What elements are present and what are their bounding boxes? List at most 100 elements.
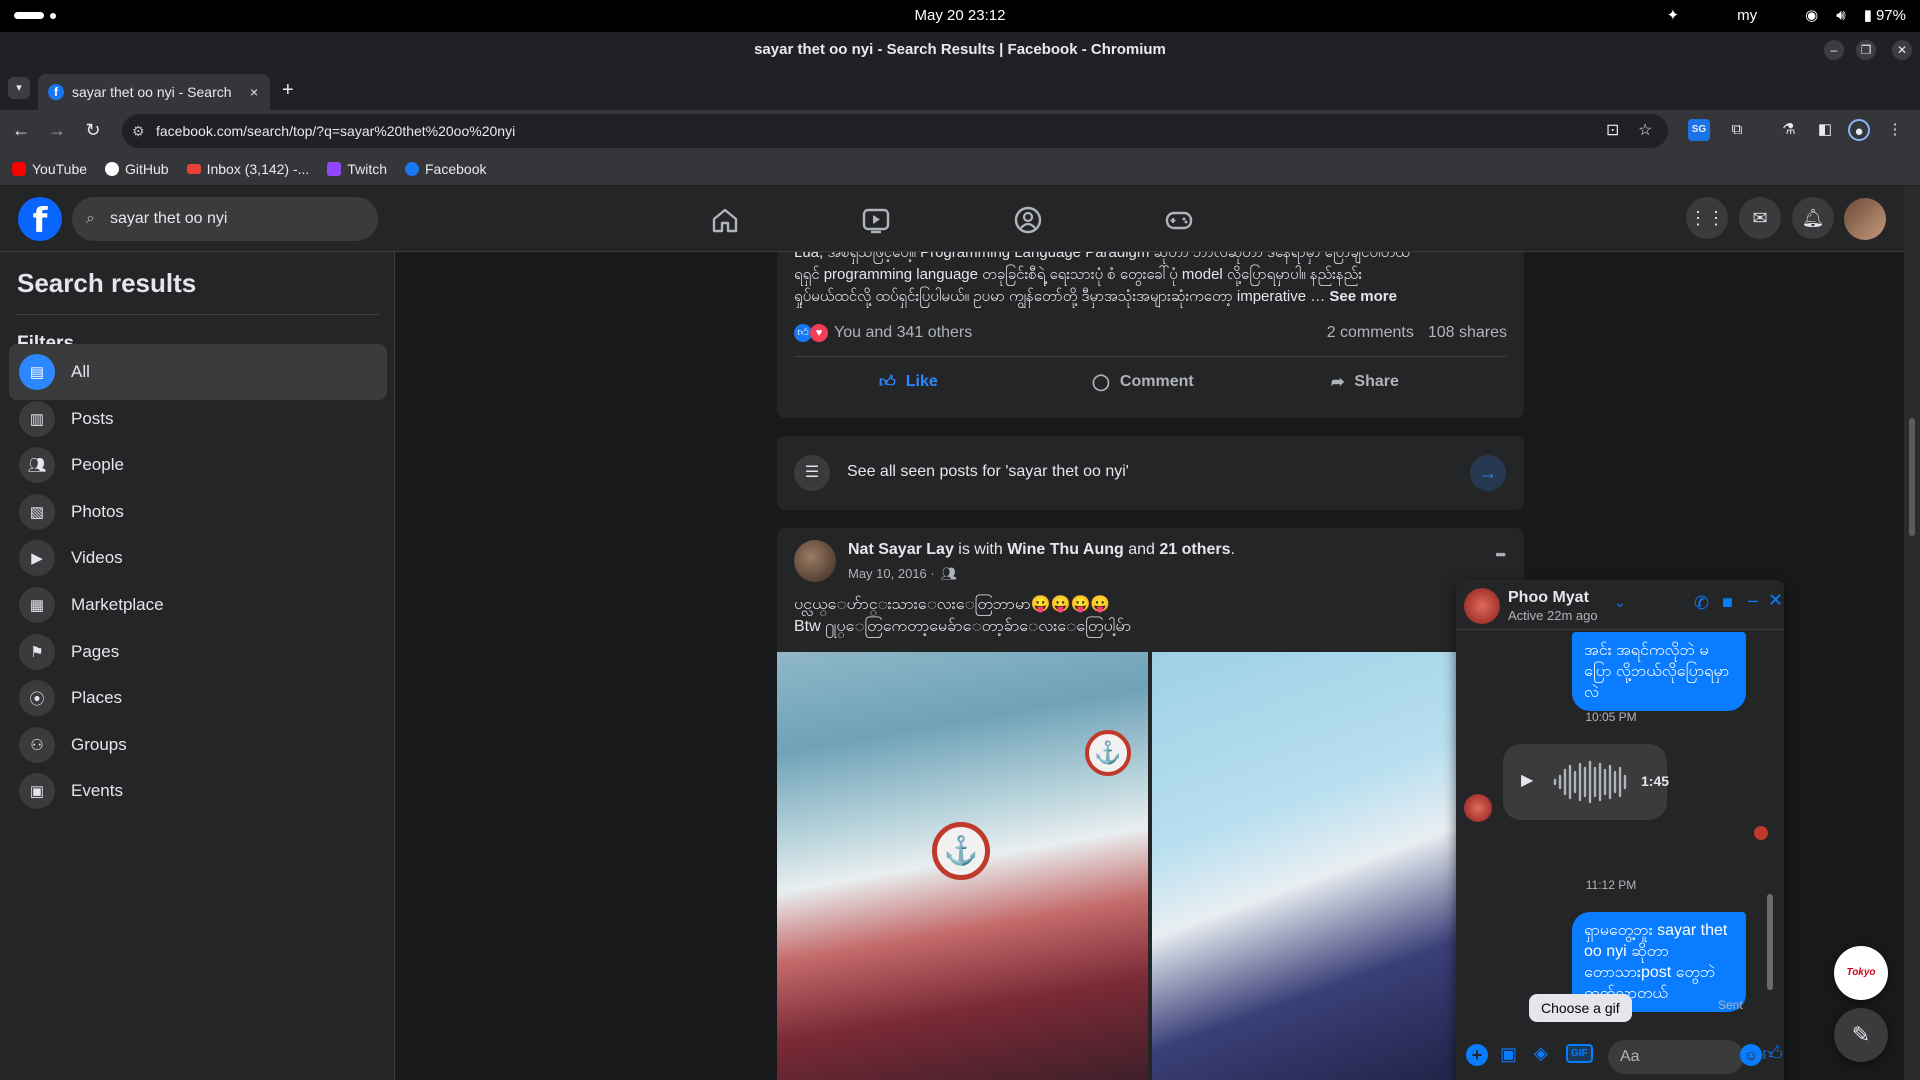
watch-video-icon[interactable] [861, 206, 891, 234]
post-options-icon[interactable]: ••• [1495, 546, 1506, 562]
arrow-right-icon[interactable]: → [1470, 455, 1506, 491]
attach-photo-icon[interactable]: ▣ [1500, 1044, 1517, 1065]
filter-events[interactable]: ▣ Events [9, 763, 387, 819]
chat-contact-avatar[interactable] [1464, 588, 1500, 624]
comments-count[interactable]: 2 comments [1327, 324, 1414, 342]
url-text[interactable]: facebook.com/search/top/?q=sayar%20thet%… [156, 123, 515, 139]
post-card-2: Nat Sayar Lay is with Wine Thu Aung and … [777, 528, 1524, 1080]
floating-chat-head[interactable]: Tokyo Style [1834, 946, 1888, 1032]
page-scroll-thumb[interactable] [1909, 418, 1915, 536]
restore-icon[interactable]: ❐ [1856, 40, 1876, 60]
share-button[interactable]: ➦ Share [1331, 362, 1399, 402]
seen-posts-card[interactable]: ☰ See all seen posts for 'sayar thet oo … [777, 436, 1524, 510]
sent-status: Sent [1718, 998, 1743, 1012]
compose-icon: ✎ [1851, 1022, 1871, 1047]
received-avatar[interactable] [1464, 794, 1492, 822]
minimize-icon[interactable]: – [1824, 40, 1844, 60]
post-photo-1[interactable]: ⚓ ⚓ [777, 652, 1148, 1080]
message-input[interactable]: Aa [1608, 1040, 1744, 1074]
sidebar-divider [17, 314, 379, 315]
comment-button[interactable]: ◯ Comment [1092, 362, 1194, 402]
bookmark-star-icon[interactable]: ☆ [1638, 114, 1652, 148]
facebook-search-input[interactable]: ⌕ sayar thet oo nyi [72, 197, 378, 241]
video-call-icon[interactable]: ■ [1722, 592, 1733, 613]
forward-icon[interactable]: → [46, 120, 68, 141]
wifi-icon[interactable]: ◉ [1805, 6, 1818, 24]
facebook-logo[interactable]: f [18, 197, 62, 241]
home-icon[interactable] [710, 206, 740, 234]
friends-audience-icon: 👥︎ [940, 566, 958, 581]
chat-scroll-thumb[interactable] [1767, 894, 1773, 990]
thumbs-up-send-icon[interactable]: 👍︎ [1762, 1042, 1783, 1066]
chat-scrollbar[interactable] [1766, 632, 1774, 1010]
gif-icon[interactable]: GIF [1566, 1044, 1593, 1063]
filter-label: Groups [71, 734, 127, 754]
seen-posts-label[interactable]: See all seen posts for 'sayar thet oo ny… [847, 463, 1129, 481]
reload-icon[interactable]: ↻ [82, 120, 104, 141]
shares-count[interactable]: 108 shares [1428, 324, 1507, 342]
messenger-icon[interactable]: ✉ [1739, 197, 1781, 239]
navigation-toolbar: ← → ↻ ⚙ facebook.com/search/top/?q=sayar… [0, 110, 1920, 152]
extension-sg-icon[interactable]: SG [1688, 119, 1710, 141]
notifications-bell-icon[interactable]: 🔔︎ [1792, 197, 1834, 239]
message-bubble-sent-1[interactable]: အင်း အရင်ကလိုဘဲ မပြော လို့ဘယ်လိုပြောရမှာ… [1572, 632, 1746, 711]
post-date[interactable]: May 10, 2016 · [848, 566, 935, 582]
chat-header[interactable]: Phoo Myat Active 22m ago ⌄ ✆ ■ – ✕ [1456, 580, 1784, 630]
emoji-icon[interactable]: ☺ [1740, 1044, 1762, 1066]
os-clock[interactable]: May 20 23:12 [0, 7, 1920, 24]
posts-icon: ▥ [19, 400, 55, 437]
battery-icon[interactable]: ▮ [1864, 6, 1872, 24]
search-value[interactable]: sayar thet oo nyi [110, 210, 227, 227]
browser-menu-icon[interactable]: ⋮ [1884, 119, 1906, 141]
back-icon[interactable]: ← [10, 120, 32, 141]
chat-composer: + ▣ ◈ GIF Aa ☺ 👍︎ [1456, 1030, 1784, 1080]
install-app-icon[interactable]: ⊡ [1606, 114, 1619, 148]
close-window-icon[interactable]: ✕ [1892, 40, 1912, 60]
bookmark-github[interactable]: GitHub [105, 161, 169, 177]
post-card-1: Lua, အစရှိသဖြင့်ပေါ့။ Programming Langua… [777, 252, 1524, 418]
new-message-button[interactable]: ✎ [1834, 1008, 1888, 1062]
post-author-avatar[interactable] [794, 540, 836, 582]
extensions-puzzle-icon[interactable]: ⧉ [1726, 119, 1748, 141]
voice-call-icon[interactable]: ✆ [1694, 593, 1709, 614]
bookmark-facebook[interactable]: Facebook [405, 161, 486, 177]
like-button[interactable]: 👍︎ Like [879, 362, 938, 402]
account-avatar[interactable] [1844, 198, 1886, 240]
comment-bubble-icon: ◯ [1092, 374, 1110, 391]
bookmark-gmail[interactable]: Inbox (3,142) -... [186, 161, 309, 177]
voice-message[interactable]: ▶ 1:45 [1503, 744, 1669, 820]
play-icon[interactable]: ▶ [1521, 770, 1533, 790]
sticker-icon[interactable]: ◈ [1534, 1043, 1548, 1064]
search-icon: ⌕ [86, 210, 95, 227]
tagged-person[interactable]: Wine Thu Aung [1007, 541, 1124, 558]
tab-search-icon[interactable]: ▾ [8, 77, 30, 99]
reaction-summary[interactable]: 👍︎ ♥ You and 341 others [794, 324, 972, 342]
close-chat-icon[interactable]: ✕ [1768, 590, 1783, 611]
active-tab[interactable]: f sayar thet oo nyi - Search × [38, 74, 270, 110]
gaming-icon[interactable] [1164, 206, 1194, 234]
side-panel-icon[interactable]: ◧ [1814, 119, 1836, 141]
labs-flask-icon[interactable]: ⚗ [1778, 119, 1800, 141]
post-author-name[interactable]: Nat Sayar Lay [848, 541, 954, 558]
chevron-down-icon[interactable]: ⌄ [1614, 594, 1626, 611]
bookmark-youtube[interactable]: YouTube [12, 161, 87, 177]
tagged-others[interactable]: 21 others [1159, 541, 1230, 558]
add-more-icon[interactable]: + [1466, 1044, 1488, 1066]
seen-posts-icon: ☰ [794, 455, 830, 491]
filter-label: All [71, 362, 90, 381]
address-bar[interactable]: ⚙ facebook.com/search/top/?q=sayar%20the… [122, 114, 1668, 148]
tab-close-icon[interactable]: × [250, 84, 258, 100]
site-info-icon[interactable]: ⚙ [132, 114, 145, 148]
keyboard-layout[interactable]: my [1737, 7, 1757, 24]
page-scrollbar[interactable] [1904, 186, 1920, 1080]
new-tab-button[interactable]: + [282, 80, 294, 100]
profile-icon[interactable]: ● [1848, 119, 1870, 141]
minimize-chat-icon[interactable]: – [1748, 590, 1758, 611]
volume-icon[interactable]: 🔊︎ [1836, 7, 1845, 24]
see-more-link[interactable]: See more [1329, 288, 1397, 305]
bookmark-twitch[interactable]: Twitch [327, 161, 387, 177]
groups-nav-icon[interactable] [1013, 206, 1043, 234]
chat-contact-name[interactable]: Phoo Myat [1508, 589, 1589, 607]
accessibility-icon[interactable]: ✦ [1667, 6, 1680, 24]
menu-grid-icon[interactable]: ⋮⋮ [1686, 197, 1728, 239]
